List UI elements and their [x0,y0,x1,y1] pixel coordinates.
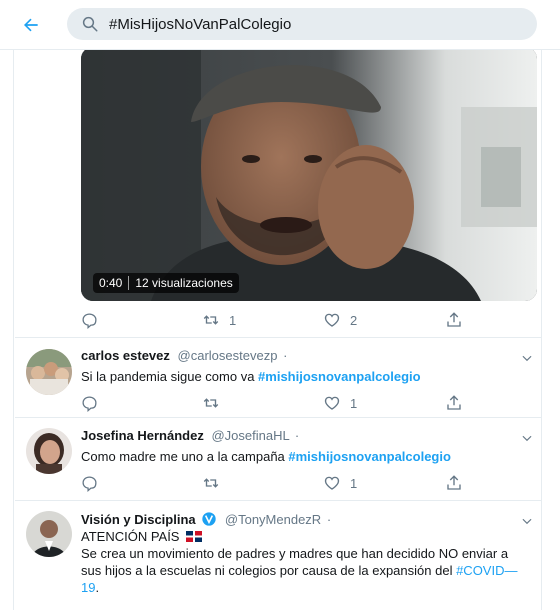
video-thumbnail [81,50,537,301]
video-tweet[interactable]: 0:40 12 visualizaciones 1 2 [15,50,541,338]
like-button[interactable]: 1 [323,471,357,495]
tweet-menu-button[interactable] [517,348,537,368]
chevron-down-icon [522,355,532,362]
heart-icon [324,396,340,410]
tweet-item[interactable]: carlos estevez @carlosestevezp · Si la p… [15,338,541,418]
tweet-actions: 1 2 [81,308,481,332]
video-player[interactable]: 0:40 12 visualizaciones [81,50,537,301]
separator-dot: · [283,348,288,363]
share-icon [447,312,461,327]
user-handle[interactable]: @TonyMendezR [225,512,321,527]
chevron-down-icon [522,518,532,525]
avatar-image [26,428,72,474]
retweet-button[interactable]: 1 [202,308,236,332]
tweet-text: ATENCIÓN PAÍS Se crea un movimiento de p… [81,528,526,596]
tweet-feed: 0:40 12 visualizaciones 1 2 carlos estev… [15,50,541,610]
like-count: 2 [350,312,358,328]
retweet-button[interactable] [202,391,220,415]
separator-dot: · [326,512,332,527]
reply-button[interactable] [81,471,98,495]
back-arrow-icon [24,18,38,32]
share-icon [447,475,461,490]
like-button[interactable]: 2 [323,308,357,332]
video-duration: 0:40 [99,276,123,290]
dominican-flag-icon [186,531,203,542]
reply-button[interactable] [81,308,98,332]
tweet-text-content: Como madre me uno a la campaña [81,449,289,464]
retweet-icon [203,478,219,488]
video-views: 12 visualizaciones [128,276,233,290]
user-handle[interactable]: @carlosestevezp [178,348,278,363]
verified-badge-icon [202,512,216,526]
like-count: 1 [350,475,358,491]
search-bar[interactable] [67,8,537,40]
share-button[interactable] [445,308,463,332]
display-name[interactable]: Visión y Disciplina [81,512,196,527]
share-icon [447,395,461,410]
tweet-menu-button[interactable] [517,428,537,448]
tweet-item[interactable]: Visión y Disciplina @TonyMendezR · ATENC… [15,501,541,610]
tweet-actions: 1 [81,471,481,495]
retweet-button[interactable] [202,471,220,495]
hashtag-link[interactable]: #mishijosnovanpalcolegio [288,449,451,464]
tweet-header: carlos estevez @carlosestevezp · [81,348,287,363]
search-input[interactable] [109,8,529,40]
hashtag-link[interactable]: #mishijosnovanpalcolegio [258,369,421,384]
tweet-header: Josefina Hernández @JosefinaHL · [81,428,299,443]
retweet-icon [203,398,219,408]
reply-icon [82,312,97,329]
tweet-text-end: . [95,580,100,595]
search-icon [82,16,98,32]
like-button[interactable]: 1 [323,391,357,415]
tweet-text-content: Si la pandemia sigue como va [81,369,259,384]
avatar-image [26,511,72,557]
like-count: 1 [350,395,358,411]
left-frame [0,0,14,610]
chevron-down-icon [522,435,532,442]
tweet-text: Si la pandemia sigue como va #mishijosno… [81,368,526,385]
avatar-image [26,349,72,395]
tweet-headline: ATENCIÓN PAÍS [81,529,180,544]
avatar[interactable] [26,511,72,557]
search-header [0,0,560,50]
tweet-header: Visión y Disciplina @TonyMendezR · [81,511,331,527]
separator-dot: · [294,428,300,443]
share-button[interactable] [445,391,463,415]
video-info-badge: 0:40 12 visualizaciones [93,273,239,293]
tweet-text: Como madre me uno a la campaña #mishijos… [81,448,526,465]
reply-button[interactable] [81,391,98,415]
retweet-icon [203,315,219,325]
user-handle[interactable]: @JosefinaHL [211,428,289,443]
tweet-actions: 1 [81,391,481,415]
share-button[interactable] [445,471,463,495]
heart-icon [324,313,340,327]
back-button[interactable] [16,10,46,40]
tweet-text-content: Se crea un movimiento de padres y madres… [81,546,509,578]
heart-icon [324,476,340,490]
reply-icon [82,475,97,492]
display-name[interactable]: Josefina Hernández [81,428,204,443]
avatar[interactable] [26,349,72,395]
display-name[interactable]: carlos estevez [81,348,170,363]
avatar[interactable] [26,428,72,474]
right-frame [541,0,560,610]
tweet-item[interactable]: Josefina Hernández @JosefinaHL · Como ma… [15,418,541,501]
reply-icon [82,395,97,412]
retweet-count: 1 [229,312,237,328]
